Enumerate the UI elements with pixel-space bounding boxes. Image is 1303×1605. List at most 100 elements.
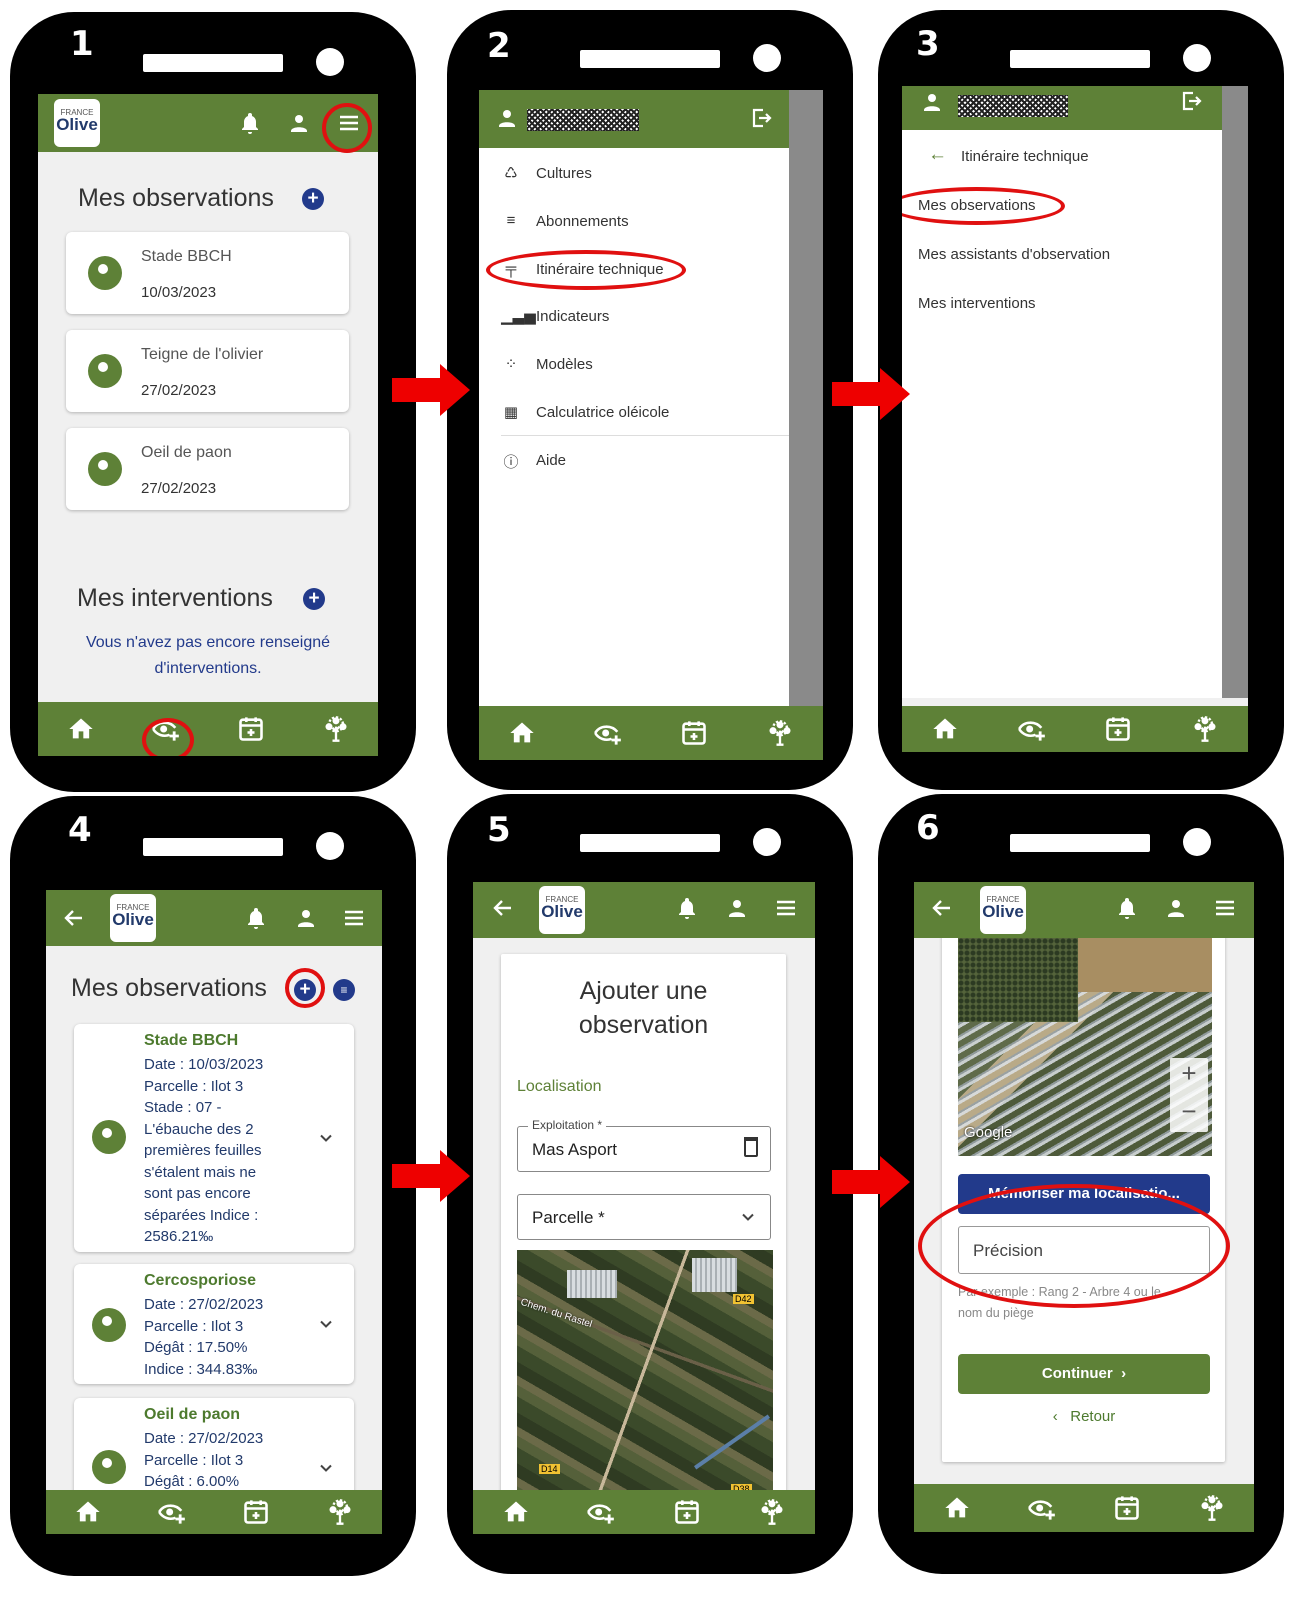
parcelle-label: Parcelle *	[532, 1208, 605, 1227]
brand-logo[interactable]: FRANCE Olive	[110, 894, 156, 942]
eye-plus-icon[interactable]	[587, 1498, 615, 1526]
camera	[753, 44, 781, 72]
home-icon[interactable]	[508, 719, 536, 747]
parcelle-select[interactable]: Parcelle *	[517, 1194, 771, 1240]
arrow-left-icon[interactable]	[62, 906, 86, 930]
observation-card[interactable]: Stade BBCH 10/03/2023	[66, 232, 349, 314]
field-patch	[1078, 932, 1212, 992]
chevron-down-icon[interactable]	[316, 1458, 336, 1478]
bell-icon[interactable]	[1115, 896, 1139, 920]
calendar-plus-icon[interactable]	[1113, 1494, 1141, 1522]
home-icon[interactable]	[74, 1498, 102, 1526]
arrow-left-icon[interactable]: ←	[928, 144, 947, 166]
observation-card[interactable]: Cercosporiose Date : 27/02/2023 Parcelle…	[74, 1264, 354, 1384]
calendar-plus-icon[interactable]	[673, 1498, 701, 1526]
chevron-down-icon[interactable]	[316, 1128, 336, 1148]
user-icon[interactable]	[725, 896, 749, 920]
menu-item-abonnements[interactable]: Abonnements	[536, 213, 629, 230]
menu-item-calculatrice[interactable]: Calculatrice oléicole	[536, 404, 669, 421]
menu-item-modeles[interactable]: Modèles	[536, 356, 593, 373]
camera	[1183, 828, 1211, 856]
menu-icon[interactable]	[1213, 896, 1237, 920]
bell-icon[interactable]	[244, 906, 268, 930]
add-observation-button[interactable]: +	[302, 188, 324, 210]
eye-plus-icon[interactable]	[158, 1498, 186, 1526]
bell-icon[interactable]	[238, 111, 262, 135]
menu-item-cultures[interactable]: Cultures	[536, 165, 592, 182]
home-icon[interactable]	[931, 715, 959, 743]
arrow-left-icon[interactable]	[491, 896, 515, 920]
eye-plus-icon[interactable]	[594, 719, 622, 747]
observation-card[interactable]: Oeil de paon 27/02/2023	[66, 428, 349, 510]
calendar-plus-icon[interactable]	[680, 719, 708, 747]
menu-icon[interactable]	[774, 896, 798, 920]
screen: FRANCE Olive Ajouter une observation Loc…	[473, 882, 815, 1534]
user-icon[interactable]	[294, 906, 318, 930]
menu-item-indicateurs[interactable]: Indicateurs	[536, 308, 609, 325]
submenu-back-label[interactable]: Itinéraire technique	[961, 148, 1089, 165]
screen: ← Itinéraire technique Mes observations …	[902, 86, 1248, 752]
highlight-precision	[918, 1184, 1230, 1308]
home-icon[interactable]	[502, 1498, 530, 1526]
subscriptions-icon: ≡	[506, 212, 516, 229]
exploitation-field[interactable]: Exploitation * Mas Asport	[517, 1118, 771, 1172]
tree-icon[interactable]	[758, 1498, 786, 1526]
arrow-left-icon[interactable]	[930, 896, 954, 920]
backdrop-overlay[interactable]	[789, 90, 823, 706]
logout-icon[interactable]	[1179, 89, 1203, 113]
trash-icon[interactable]	[744, 1137, 758, 1157]
observation-name: Stade BBCH	[144, 1032, 239, 1049]
backdrop-overlay[interactable]	[1222, 86, 1248, 698]
phone-frame-step-5: 5 FRANCE Olive Ajouter une observation L…	[447, 794, 853, 1574]
speaker	[143, 838, 283, 856]
phone-frame-step-3: 3 ← Itinéraire technique Mes observation…	[878, 10, 1284, 790]
brand-logo[interactable]: FRANCE Olive	[54, 99, 100, 147]
calendar-plus-icon[interactable]	[237, 715, 265, 743]
satellite-map[interactable]: + − Google	[958, 932, 1212, 1156]
tree-icon[interactable]	[766, 719, 794, 747]
step-number: 5	[487, 810, 511, 850]
user-icon[interactable]	[1164, 896, 1188, 920]
exploitation-label: Exploitation *	[528, 1118, 607, 1132]
filter-icon[interactable]: ≡	[333, 979, 355, 1001]
phone-frame-step-2: 2 ♺ Cultures ≡ Abonnements ╤ Itinéraire …	[447, 10, 853, 790]
user-icon[interactable]	[287, 111, 311, 135]
calendar-plus-icon[interactable]	[242, 1498, 270, 1526]
menu-icon[interactable]	[342, 906, 366, 930]
calendar-plus-icon[interactable]	[1104, 715, 1132, 743]
bottom-nav	[46, 1490, 382, 1534]
eye-plus-icon[interactable]	[1028, 1494, 1056, 1522]
satellite-map[interactable]: Chem. du Rastel D42 D14 D38	[517, 1250, 773, 1514]
observation-name: Cercosporiose	[144, 1272, 257, 1289]
tree-icon[interactable]	[322, 715, 350, 743]
logout-icon[interactable]	[749, 106, 773, 130]
observation-name: Oeil de paon	[141, 444, 232, 461]
submenu-item-assistants[interactable]: Mes assistants d'observation	[918, 246, 1110, 263]
home-icon[interactable]	[943, 1494, 971, 1522]
add-intervention-button[interactable]: +	[303, 588, 325, 610]
camera	[316, 48, 344, 76]
back-button[interactable]: ‹ Retour	[958, 1408, 1210, 1434]
tree-icon[interactable]	[1198, 1494, 1226, 1522]
app-header: FRANCE Olive	[914, 882, 1254, 938]
eye-plus-icon[interactable]	[1018, 715, 1046, 743]
brand-logo[interactable]: FRANCE Olive	[980, 886, 1026, 934]
tree-icon[interactable]	[326, 1498, 354, 1526]
observation-card[interactable]: Teigne de l'olivier 27/02/2023	[66, 330, 349, 412]
zoom-out-button[interactable]: −	[1170, 1096, 1208, 1127]
chevron-down-icon[interactable]	[316, 1314, 336, 1334]
bell-icon[interactable]	[675, 896, 699, 920]
user-icon	[495, 106, 519, 130]
observation-details: Date : 27/02/2023 Parcelle : Ilot 3 Dégâ…	[144, 1430, 264, 1490]
speaker	[1010, 50, 1150, 68]
zoom-in-button[interactable]: +	[1170, 1058, 1208, 1089]
home-icon[interactable]	[67, 715, 95, 743]
observation-card[interactable]: Stade BBCH Date : 10/03/2023 Parcelle : …	[74, 1024, 354, 1252]
menu-item-aide[interactable]: Aide	[536, 452, 566, 469]
camera	[1183, 44, 1211, 72]
tree-icon[interactable]	[1191, 715, 1219, 743]
submenu-item-interventions[interactable]: Mes interventions	[918, 295, 1036, 312]
bottom-nav	[479, 706, 823, 760]
brand-logo[interactable]: FRANCE Olive	[539, 886, 585, 934]
continue-button[interactable]: Continuer ›	[958, 1354, 1210, 1394]
